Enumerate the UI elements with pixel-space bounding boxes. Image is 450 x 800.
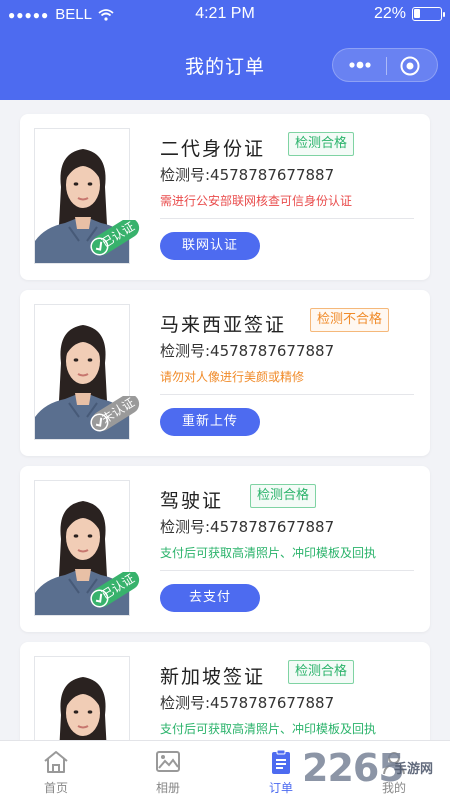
order-action-button[interactable]: 重新上传 — [160, 408, 260, 436]
detection-status-badge: 检测合格 — [250, 484, 317, 508]
tab-label: 相册 — [155, 781, 180, 795]
order-note: 支付后可获取高清照片、冲印模板及回执 — [160, 546, 377, 560]
detection-status-badge: 检测不合格 — [310, 308, 390, 332]
order-list[interactable]: 已认证 二代身份证 检测合格 检测号:4578787677887 需进行公安部联网核查可… — [0, 100, 450, 740]
order-note: 需进行公安部联网核查可信身份认证 — [160, 194, 353, 208]
detection-status-badge: 检测合格 — [288, 660, 355, 684]
tab-home[interactable]: 首页 — [0, 741, 112, 800]
order-card[interactable]: 已认证 驾驶证 检测合格检测号:4578787677887 支付后可获取高清照片、冲印… — [20, 466, 430, 632]
id-photo — [34, 656, 130, 740]
watermark-number: 2265 — [302, 746, 405, 790]
tab-label: 首页 — [43, 781, 68, 795]
status-bar: ●●●●● BELL 4:21 PM 22% — [0, 0, 450, 30]
battery-info: 22% — [373, 5, 445, 23]
detection-status-badge: 检测合格 — [288, 132, 355, 156]
app-header: ●●●●● BELL 4:21 PM 22% 我的订单 — [0, 0, 450, 100]
watermark-text: 手游网 — [394, 762, 434, 777]
document-type: 二代身份证 — [160, 138, 266, 160]
battery-icon — [412, 7, 445, 21]
detection-number: 检测号:4578787677887 — [160, 166, 335, 184]
order-card[interactable]: 未认证 马来西亚签证 检测不合格检测号:4578787677887 请勿对人像进行美颜… — [20, 290, 430, 456]
order-action-button[interactable]: 去支付 — [160, 584, 260, 612]
order-action-button[interactable]: 联网认证 — [160, 232, 260, 260]
document-type: 马来西亚签证 — [160, 314, 287, 336]
detection-number: 检测号:4578787677887 — [160, 518, 335, 536]
tab-album[interactable]: 相册 — [112, 741, 224, 800]
capsule-divider — [386, 57, 387, 75]
order-note: 支付后可获取高清照片、冲印模板及回执 — [160, 722, 377, 736]
unverified-badge: 未认证 — [82, 393, 144, 432]
site-watermark: 2265 手游网 — [302, 742, 450, 794]
close-miniprogram-icon[interactable] — [399, 55, 421, 77]
more-icon[interactable] — [345, 56, 375, 74]
verified-badge: 已认证 — [82, 217, 144, 256]
detection-number: 检测号:4578787677887 — [160, 342, 335, 360]
mini-program-capsule — [332, 48, 438, 82]
verified-badge: 已认证 — [82, 569, 144, 608]
detection-number: 检测号:4578787677887 — [160, 694, 335, 712]
card-divider — [160, 218, 414, 219]
order-card[interactable]: 已认证 二代身份证 检测合格检测号:4578787677887 需进行公安部联网核查可… — [20, 114, 430, 280]
card-divider — [160, 570, 414, 571]
order-card[interactable]: 新加坡签证 检测合格检测号:4578787677887 支付后可获取高清照片、冲印模… — [20, 642, 430, 740]
order-note: 请勿对人像进行美颜或精修 — [160, 370, 305, 384]
document-type: 驾驶证 — [160, 490, 224, 512]
document-type: 新加坡签证 — [160, 666, 266, 688]
card-divider — [160, 394, 414, 395]
battery-percent: 22% — [373, 5, 406, 22]
